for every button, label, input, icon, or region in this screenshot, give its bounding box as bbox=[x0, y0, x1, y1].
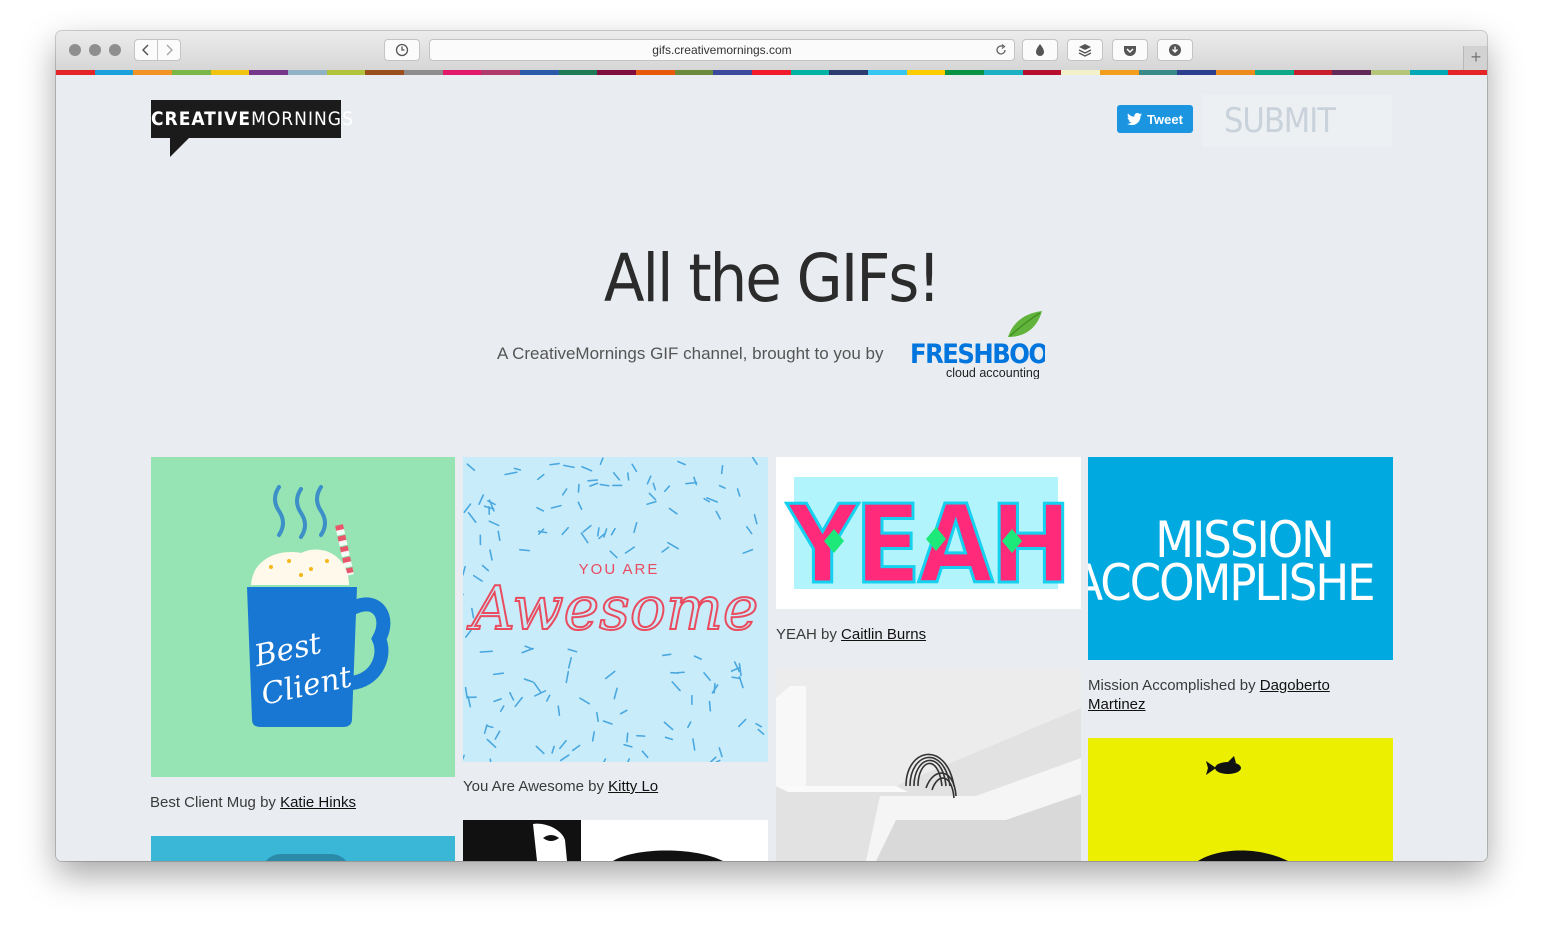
gif-caption-best-client-mug: Best Client Mug by Katie Hinks bbox=[150, 793, 356, 812]
download-icon bbox=[1169, 44, 1181, 56]
logo-speech-tail bbox=[170, 137, 190, 157]
close-window-button[interactable] bbox=[69, 44, 81, 56]
dash-mark bbox=[626, 732, 629, 743]
layers-icon bbox=[1078, 44, 1092, 57]
pocket-icon bbox=[1124, 45, 1136, 56]
gif-tile-partial-blue[interactable] bbox=[151, 836, 455, 861]
tweet-label: Tweet bbox=[1147, 111, 1183, 127]
yeah-illustration: YEAH bbox=[776, 457, 1081, 609]
gif-by: by bbox=[821, 626, 837, 643]
address-bar[interactable]: gifs.creativemornings.com bbox=[429, 39, 1015, 61]
logo-text: CREATIVEMORNINGS bbox=[151, 108, 353, 130]
you-are-awesome-illustration: YOU ARE Awesome bbox=[463, 457, 768, 762]
tweet-button[interactable]: Tweet bbox=[1117, 105, 1193, 133]
dash-mark bbox=[557, 705, 561, 716]
gif-by: by bbox=[1239, 677, 1256, 694]
gif-title: YEAH bbox=[776, 626, 817, 643]
dash-mark bbox=[519, 548, 531, 552]
back-button[interactable] bbox=[134, 39, 158, 61]
dash-mark bbox=[479, 650, 494, 653]
creativemornings-logo[interactable]: CREATIVEMORNINGS bbox=[151, 100, 353, 158]
minimize-window-button[interactable] bbox=[89, 44, 101, 56]
dash-mark bbox=[662, 653, 672, 657]
forward-button[interactable] bbox=[157, 39, 181, 61]
gif-author-link[interactable]: Kitty Lo bbox=[608, 778, 658, 795]
page-title: All the GIFs! bbox=[603, 240, 941, 317]
gif-by: by bbox=[588, 778, 604, 795]
coffee-mug-illustration: Best Client bbox=[151, 457, 455, 777]
gif-caption-yeah: YEAH by Caitlin Burns bbox=[776, 625, 926, 644]
url-text: gifs.creativemornings.com bbox=[652, 43, 792, 57]
downloads-button[interactable] bbox=[1157, 39, 1193, 61]
zoom-window-button[interactable] bbox=[109, 44, 121, 56]
logo-text-light: MORNINGS bbox=[251, 108, 354, 130]
gif-tile-mission-accomplished[interactable]: MISSION ACCOMPLISHE bbox=[1088, 457, 1393, 660]
gif-caption-mission-accomplished: Mission Accomplished by Dagoberto Martine… bbox=[1088, 676, 1388, 714]
dash-mark bbox=[627, 472, 630, 481]
gif-caption-you-are-awesome: You Are Awesome by Kitty Lo bbox=[463, 777, 658, 796]
new-tab-button[interactable]: + bbox=[1463, 46, 1487, 70]
freshbooks-leaf-icon: FRESHBOOKS cloud accounting bbox=[910, 311, 1082, 380]
gif-by: by bbox=[260, 794, 276, 811]
history-button[interactable] bbox=[384, 39, 420, 61]
gif-author-link[interactable]: Katie Hinks bbox=[280, 794, 356, 811]
freshbooks-logo[interactable]: FRESHBOOKS cloud accounting bbox=[910, 309, 1082, 380]
freshbooks-tagline: cloud accounting bbox=[946, 366, 1040, 379]
chevron-left-icon bbox=[142, 44, 149, 56]
gif-tile-yellow-fish[interactable] bbox=[1088, 738, 1393, 861]
gif-author-link[interactable]: Dagoberto bbox=[1260, 677, 1330, 694]
gif-tile-you-are-awesome[interactable]: YOU ARE Awesome bbox=[463, 457, 768, 762]
gif-author-link[interactable]: Caitlin Burns bbox=[841, 626, 926, 643]
clock-icon bbox=[395, 43, 409, 57]
logo-text-bold: CREATIVE bbox=[151, 108, 252, 130]
reload-icon[interactable] bbox=[995, 44, 1007, 56]
gif-author-link-line2[interactable]: Martinez bbox=[1088, 696, 1146, 713]
submit-button[interactable]: SUBMIT bbox=[1202, 95, 1392, 147]
gif-title: Mission Accomplished bbox=[1088, 677, 1236, 694]
slinky-stairs-illustration bbox=[776, 668, 1081, 861]
gif-tile-partial-sketch[interactable] bbox=[463, 820, 768, 861]
browser-toolbar: gifs.creativemornings.com + bbox=[56, 31, 1487, 70]
extension-layers-button[interactable] bbox=[1067, 39, 1103, 61]
sketch-illustration bbox=[463, 820, 723, 861]
twitter-bird-icon bbox=[1127, 113, 1143, 125]
pocket-button[interactable] bbox=[1112, 39, 1148, 61]
dash-mark bbox=[587, 479, 599, 482]
gif-tile-yeah[interactable]: YEAH bbox=[776, 457, 1081, 609]
gif-title: Best Client Mug bbox=[150, 794, 256, 811]
gif-tile-slinky[interactable] bbox=[776, 668, 1081, 861]
accomplished-text: ACCOMPLISHE bbox=[1088, 554, 1374, 612]
partial-art-shape bbox=[261, 854, 351, 861]
drop-icon bbox=[1036, 44, 1044, 56]
page-subtitle: A CreativeMornings GIF channel, brought … bbox=[497, 344, 884, 363]
page-content: CREATIVEMORNINGS Tweet SUBMIT All the GI… bbox=[56, 75, 1487, 861]
dash-mark bbox=[720, 465, 724, 475]
fish-illustration bbox=[1088, 738, 1393, 861]
chevron-right-icon bbox=[166, 44, 173, 56]
dash-mark bbox=[708, 700, 712, 712]
gif-tile-best-client-mug[interactable]: Best Client bbox=[151, 457, 455, 777]
awesome-text-script: Awesome bbox=[467, 574, 759, 644]
extension-drop-button[interactable] bbox=[1022, 39, 1058, 61]
browser-window: gifs.creativemornings.com + CREATIVEMORN… bbox=[56, 31, 1487, 861]
gif-title: You Are Awesome bbox=[463, 778, 584, 795]
mission-accomplished-illustration: MISSION ACCOMPLISHE bbox=[1088, 457, 1393, 660]
